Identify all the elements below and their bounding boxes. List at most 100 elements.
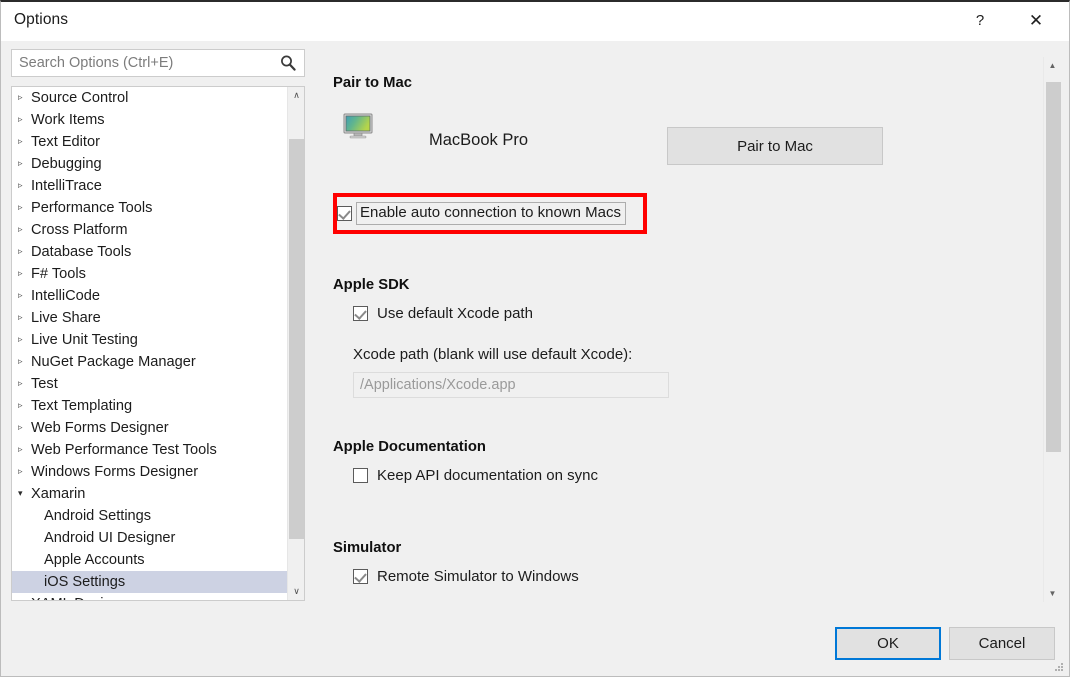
remote-simulator-checkbox[interactable] bbox=[353, 569, 368, 584]
tree-item-intellicode[interactable]: ▹ IntelliCode bbox=[12, 285, 287, 307]
window-title: Options bbox=[14, 11, 69, 28]
content-scrollbar[interactable]: ▲ ▼ bbox=[1043, 57, 1061, 602]
xcode-path-input[interactable] bbox=[353, 372, 669, 398]
search-icon[interactable] bbox=[278, 53, 298, 73]
monitor-icon bbox=[343, 113, 373, 139]
remote-simulator-label: Remote Simulator to Windows bbox=[377, 568, 579, 585]
tree-item-label: Web Performance Test Tools bbox=[31, 442, 217, 458]
chevron-right-icon[interactable]: ▹ bbox=[18, 328, 31, 350]
tree-item-label: Debugging bbox=[31, 156, 102, 172]
help-icon[interactable]: ? bbox=[957, 2, 1003, 39]
tree-item-android-settings[interactable]: Android Settings bbox=[12, 505, 287, 527]
tree-item-label: XAML Designer bbox=[31, 596, 133, 600]
enable-auto-connection-label[interactable]: Enable auto connection to known Macs bbox=[356, 201, 626, 225]
tree-item-nuget-package-manager[interactable]: ▹ NuGet Package Manager bbox=[12, 351, 287, 373]
content-scroll-up-icon[interactable]: ▲ bbox=[1044, 57, 1061, 74]
chevron-right-icon[interactable]: ▹ bbox=[18, 240, 31, 262]
tree-item-intellitrace[interactable]: ▹ IntelliTrace bbox=[12, 175, 287, 197]
tree-item-work-items[interactable]: ▹ Work Items bbox=[12, 109, 287, 131]
tree-item-cross-platform[interactable]: ▹ Cross Platform bbox=[12, 219, 287, 241]
chevron-right-icon[interactable]: ▹ bbox=[18, 196, 31, 218]
keep-api-documentation-checkbox[interactable] bbox=[353, 468, 368, 483]
close-icon[interactable]: ✕ bbox=[1013, 2, 1059, 39]
options-dialog: Options ? ✕ ▹Source Control▹Work Items▹T… bbox=[0, 0, 1070, 677]
chevron-right-icon[interactable]: ▹ bbox=[18, 350, 31, 372]
tree-item-apple-accounts[interactable]: Apple Accounts bbox=[12, 549, 287, 571]
tree-item-test[interactable]: ▹ Test bbox=[12, 373, 287, 395]
tree-scrollbar[interactable]: ∧ ∨ bbox=[287, 87, 304, 600]
tree-item-label: NuGet Package Manager bbox=[31, 354, 196, 370]
tree-item-label: IntelliTrace bbox=[31, 178, 102, 194]
tree-item-label: Database Tools bbox=[31, 244, 132, 260]
tree-item-text-editor[interactable]: ▹ Text Editor bbox=[12, 131, 287, 153]
tree-item-f-tools[interactable]: ▹ F# Tools bbox=[12, 263, 287, 285]
tree-item-label: Source Control bbox=[31, 90, 129, 106]
pair-to-mac-button[interactable]: Pair to Mac bbox=[667, 127, 883, 165]
use-default-xcode-path-checkbox-row[interactable]: Use default Xcode path bbox=[353, 305, 533, 322]
tree-item-source-control[interactable]: ▹ Source Control bbox=[12, 87, 287, 109]
chevron-right-icon[interactable]: ▹ bbox=[18, 438, 31, 460]
tree-item-android-ui-designer[interactable]: Android UI Designer bbox=[12, 527, 287, 549]
chevron-right-icon[interactable]: ▹ bbox=[18, 218, 31, 240]
tree-item-label: Live Unit Testing bbox=[31, 332, 138, 348]
tree-item-debugging[interactable]: ▹ Debugging bbox=[12, 153, 287, 175]
tree-item-ios-settings[interactable]: iOS Settings bbox=[12, 571, 287, 593]
keep-api-documentation-label: Keep API documentation on sync bbox=[377, 467, 598, 484]
enable-auto-connection-checkbox[interactable] bbox=[337, 205, 352, 221]
tree-item-label: IntelliCode bbox=[31, 288, 100, 304]
tree-item-label: F# Tools bbox=[31, 266, 86, 282]
chevron-right-icon[interactable]: ▹ bbox=[18, 284, 31, 306]
tree-item-live-share[interactable]: ▹ Live Share bbox=[12, 307, 287, 329]
content-scrollbar-thumb[interactable] bbox=[1046, 82, 1061, 452]
tree-item-label: Android UI Designer bbox=[44, 530, 176, 546]
tree-item-windows-forms-designer[interactable]: ▹ Windows Forms Designer bbox=[12, 461, 287, 483]
tree-item-text-templating[interactable]: ▹ Text Templating bbox=[12, 395, 287, 417]
tree-item-xamarin[interactable]: ▾ Xamarin bbox=[12, 483, 287, 505]
scroll-down-icon[interactable]: ∨ bbox=[288, 583, 304, 600]
enable-auto-connection-checkbox-row[interactable]: Enable auto connection to known Macs bbox=[337, 200, 626, 226]
chevron-down-icon[interactable]: ▾ bbox=[18, 482, 31, 504]
chevron-right-icon[interactable]: ▹ bbox=[18, 262, 31, 284]
content-scroll-down-icon[interactable]: ▼ bbox=[1044, 585, 1061, 602]
simulator-heading: Simulator bbox=[333, 540, 402, 556]
tree-item-database-tools[interactable]: ▹ Database Tools bbox=[12, 241, 287, 263]
chevron-right-icon[interactable]: ▹ bbox=[18, 152, 31, 174]
tree-item-label: Cross Platform bbox=[31, 222, 128, 238]
chevron-right-icon[interactable]: ▹ bbox=[18, 87, 31, 108]
use-default-xcode-path-checkbox[interactable] bbox=[353, 306, 368, 321]
tree-item-web-performance-test-tools[interactable]: ▹ Web Performance Test Tools bbox=[12, 439, 287, 461]
chevron-right-icon[interactable]: ▹ bbox=[18, 372, 31, 394]
chevron-right-icon[interactable]: ▹ bbox=[18, 130, 31, 152]
keep-api-documentation-checkbox-row[interactable]: Keep API documentation on sync bbox=[353, 467, 598, 484]
tree-item-performance-tools[interactable]: ▹ Performance Tools bbox=[12, 197, 287, 219]
tree-item-label: Performance Tools bbox=[31, 200, 153, 216]
tree-scrollbar-thumb[interactable] bbox=[289, 139, 304, 539]
chevron-right-icon[interactable]: ▹ bbox=[18, 394, 31, 416]
apple-documentation-heading: Apple Documentation bbox=[333, 439, 486, 455]
search-box[interactable] bbox=[11, 49, 305, 77]
paired-mac-name: MacBook Pro bbox=[429, 131, 529, 149]
tree-item-label: Web Forms Designer bbox=[31, 420, 169, 436]
ok-button[interactable]: OK bbox=[835, 627, 941, 660]
chevron-right-icon[interactable]: ▹ bbox=[18, 592, 31, 600]
chevron-right-icon[interactable]: ▹ bbox=[18, 460, 31, 482]
tree-item-live-unit-testing[interactable]: ▹ Live Unit Testing bbox=[12, 329, 287, 351]
tree-item-label: Windows Forms Designer bbox=[31, 464, 199, 480]
tree-item-label: Work Items bbox=[31, 112, 105, 128]
tree-item-xaml-designer[interactable]: ▹XAML Designer bbox=[12, 593, 287, 600]
tree-item-web-forms-designer[interactable]: ▹ Web Forms Designer bbox=[12, 417, 287, 439]
remote-simulator-checkbox-row[interactable]: Remote Simulator to Windows bbox=[353, 568, 579, 585]
chevron-right-icon[interactable]: ▹ bbox=[18, 174, 31, 196]
tree-item-label: Android Settings bbox=[44, 508, 152, 524]
chevron-right-icon[interactable]: ▹ bbox=[18, 416, 31, 438]
chevron-right-icon[interactable]: ▹ bbox=[18, 108, 31, 130]
ios-settings-pane: Pair to Mac MacBook Pro Pair to Mac Enab… bbox=[321, 57, 1036, 602]
chevron-right-icon[interactable]: ▹ bbox=[18, 306, 31, 328]
resize-grip-icon[interactable] bbox=[1053, 661, 1065, 673]
xcode-path-label: Xcode path (blank will use default Xcode… bbox=[353, 346, 633, 363]
search-input[interactable] bbox=[19, 50, 269, 76]
scroll-up-icon[interactable]: ∧ bbox=[288, 87, 304, 104]
cancel-button[interactable]: Cancel bbox=[949, 627, 1055, 660]
tree-item-label: Apple Accounts bbox=[44, 552, 145, 568]
title-bar: Options ? ✕ bbox=[1, 2, 1069, 41]
